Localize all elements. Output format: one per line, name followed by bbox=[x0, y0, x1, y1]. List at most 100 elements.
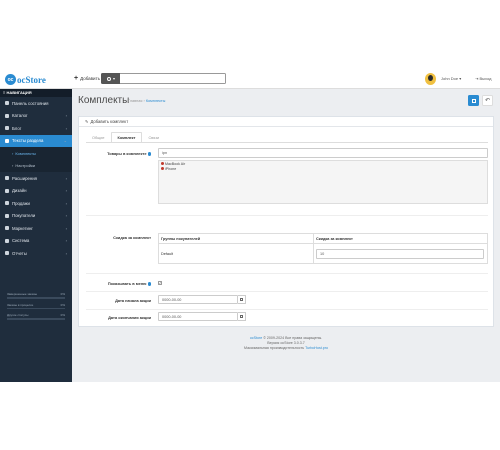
search-input[interactable] bbox=[120, 73, 226, 84]
help-icon bbox=[147, 282, 151, 286]
sidebar-item-label: Продажи bbox=[12, 200, 30, 206]
caret-down-icon bbox=[112, 77, 115, 80]
sidebar-item-system[interactable]: Система › bbox=[0, 235, 72, 248]
remove-icon[interactable] bbox=[161, 167, 164, 170]
top-header: oc ocStore + Добавить John Doe ▾ ⇥ Выход bbox=[0, 70, 500, 89]
order-stats: Завершенные заказы 0% Заказы в процессе … bbox=[7, 292, 65, 324]
save-icon bbox=[471, 98, 476, 103]
user-name: John Doe bbox=[441, 76, 459, 81]
panel-heading: ✎ Добавить комплект bbox=[79, 117, 493, 127]
chevron-right-icon: › bbox=[65, 113, 67, 119]
share-icon bbox=[5, 226, 9, 231]
start-date-value: 0000-00-00 bbox=[162, 297, 182, 302]
page-title: Комплекты bbox=[78, 95, 130, 106]
divider bbox=[86, 215, 488, 216]
divider bbox=[86, 273, 488, 274]
sidebar-item-blog[interactable]: Блог › bbox=[0, 122, 72, 135]
sidebar-item-sales[interactable]: Продажи › bbox=[0, 197, 72, 210]
main-content: Комплекты Главная › Комплекты ↶ ✎ Добави… bbox=[72, 89, 500, 382]
product-name: iPhone bbox=[165, 166, 177, 171]
table-header: Скидка за комплект bbox=[316, 236, 353, 241]
discount-input[interactable]: 10 bbox=[316, 248, 484, 259]
sidebar-subitem-bundles[interactable]: Комплекты bbox=[0, 147, 72, 160]
sidebar-subitem-label: Комплекты bbox=[15, 150, 36, 156]
products-input-value: ipn bbox=[162, 151, 168, 155]
sidebar-item-catalog[interactable]: Каталог › bbox=[0, 110, 72, 123]
footer-brand-link[interactable]: ocStore bbox=[250, 336, 262, 340]
chevron-right-icon: › bbox=[65, 238, 67, 244]
reply-icon: ↶ bbox=[484, 98, 491, 104]
sidebar-item-label: Каталог bbox=[12, 113, 28, 119]
calendar-icon bbox=[239, 315, 244, 318]
plus-icon: + bbox=[74, 75, 79, 82]
sidebar-item-reports[interactable]: Отчеты › bbox=[0, 247, 72, 260]
start-date-input[interactable]: 0000-00-00 bbox=[158, 295, 238, 304]
add-button[interactable]: + Добавить bbox=[74, 75, 100, 82]
sidebar-item-dashboard[interactable]: Панель состояния bbox=[0, 97, 72, 110]
footer-copyright-text: © 2009-2024 Все права защищены. bbox=[262, 336, 323, 340]
nav-heading: ≡ НАВИГАЦИЯ bbox=[0, 89, 72, 97]
chevron-right-icon: › bbox=[65, 200, 67, 206]
chevron-down-icon: ⌄ bbox=[63, 138, 67, 144]
end-date-label: Дата окончания акции bbox=[108, 315, 151, 320]
sidebar-item-label: Дизайн bbox=[12, 188, 27, 194]
back-button[interactable]: ↶ bbox=[482, 95, 493, 106]
list-item: iPhone bbox=[159, 166, 487, 171]
logout-icon: ⇥ bbox=[475, 76, 479, 81]
chevron-right-icon: › bbox=[65, 213, 67, 219]
sidebar-item-label: Тексты раздела bbox=[12, 138, 44, 144]
breadcrumb-home[interactable]: Главная bbox=[128, 99, 142, 103]
sidebar-item-texts[interactable]: Тексты раздела ⌄ bbox=[0, 134, 72, 147]
help-icon bbox=[147, 152, 151, 156]
sidebar-item-design[interactable]: Дизайн › bbox=[0, 185, 72, 198]
dashboard-icon bbox=[5, 101, 9, 106]
tab-label: Связи bbox=[148, 135, 160, 140]
sidebar-item-label: Покупатели bbox=[12, 213, 36, 219]
sidebar-item-label: Расширения bbox=[12, 175, 37, 181]
discount-table: Группы покупателей Скидка за комплект De… bbox=[158, 233, 488, 264]
user-avatar[interactable] bbox=[425, 73, 436, 85]
sidebar-item-label: Система bbox=[12, 238, 30, 244]
panel-title: Добавить комплект bbox=[90, 119, 129, 124]
user-menu[interactable]: John Doe ▾ bbox=[441, 76, 461, 81]
menu-icon: ≡ bbox=[3, 90, 6, 95]
save-button[interactable] bbox=[468, 95, 479, 106]
add-label: Добавить bbox=[80, 76, 100, 81]
app-window: oc ocStore + Добавить John Doe ▾ ⇥ Выход… bbox=[0, 70, 500, 382]
sidebar-item-marketing[interactable]: Маркетинг › bbox=[0, 222, 72, 235]
footer-hosting-link[interactable]: TurboHost.pro bbox=[305, 346, 328, 350]
search-dropdown-button[interactable] bbox=[101, 73, 120, 84]
table-header: Группы покупателей bbox=[159, 234, 314, 243]
table-header-row: Группы покупателей Скидка за комплект bbox=[159, 234, 487, 244]
start-date-calendar-button[interactable] bbox=[238, 295, 246, 304]
cart-icon bbox=[5, 201, 9, 206]
sidebar-item-extensions[interactable]: Расширения › bbox=[0, 172, 72, 185]
breadcrumb-current[interactable]: Комплекты bbox=[146, 99, 166, 103]
end-date-calendar-button[interactable] bbox=[238, 312, 246, 321]
footer: ocStore © 2009-2024 Все права защищены. … bbox=[72, 336, 500, 352]
stat-value: 0% bbox=[60, 302, 65, 307]
sidebar-item-customers[interactable]: Покупатели › bbox=[0, 210, 72, 223]
logout-link[interactable]: ⇥ Выход bbox=[475, 76, 491, 81]
remove-icon[interactable] bbox=[161, 162, 164, 165]
end-date-input[interactable]: 0000-00-00 bbox=[158, 312, 238, 321]
divider bbox=[86, 291, 488, 292]
logo[interactable]: oc ocStore bbox=[5, 73, 46, 86]
products-autocomplete-input[interactable]: ipn bbox=[158, 148, 488, 158]
sidebar-item-label: Панель состояния bbox=[12, 100, 49, 106]
start-date-label: Дата начала акции bbox=[115, 298, 151, 303]
tag-icon bbox=[5, 113, 9, 118]
tab-label: Комплект bbox=[117, 135, 136, 140]
stat-label: Заказы в процессе bbox=[7, 302, 34, 307]
stat-label: Другие статусы bbox=[7, 313, 29, 317]
search-group bbox=[101, 73, 226, 84]
divider bbox=[86, 309, 488, 310]
sidebar-subitem-settings[interactable]: Настройки bbox=[0, 159, 72, 172]
breadcrumb: Главная › Комплекты bbox=[128, 99, 165, 103]
sidebar-item-label: Маркетинг bbox=[12, 225, 33, 231]
show-in-list-checkbox[interactable]: ✓ bbox=[158, 281, 162, 285]
table-row: Default 10 bbox=[159, 244, 487, 263]
book-icon bbox=[5, 126, 9, 131]
show-in-list-label-text: Показывать в меню bbox=[107, 281, 147, 286]
stat-label: Завершенные заказы bbox=[7, 292, 38, 296]
